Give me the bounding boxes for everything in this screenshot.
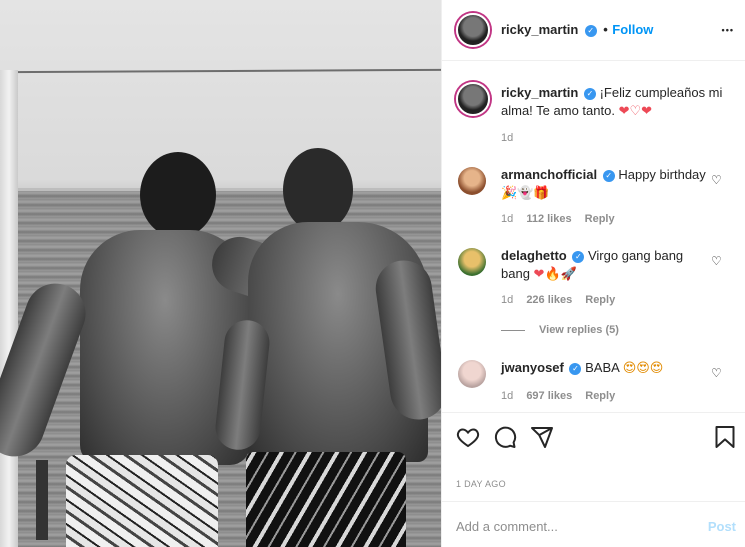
wooden-post — [0, 70, 18, 547]
caption-emojis: ❤♡❤ — [618, 104, 653, 119]
comment-input[interactable]: Add a comment... — [456, 519, 558, 534]
reply-button[interactable]: Reply — [585, 294, 615, 306]
author-username[interactable]: ricky_martin — [501, 22, 578, 37]
person-left-head — [140, 152, 216, 238]
heart-icon[interactable] — [456, 425, 480, 449]
person-left-shorts — [66, 455, 218, 547]
comment-username[interactable]: armanchofficial — [501, 167, 597, 182]
commenter-avatar[interactable] — [458, 360, 486, 388]
comment-meta: 1d 112 likes Reply — [501, 213, 625, 225]
bookmark-icon[interactable] — [714, 425, 736, 449]
comment-time: 1d — [501, 294, 514, 306]
comment-time: 1d — [501, 390, 514, 402]
pier-piling — [36, 460, 48, 540]
comment-meta: 1d 697 likes Reply — [501, 390, 625, 402]
reply-button[interactable]: Reply — [585, 390, 615, 402]
comment-text: BABA — [585, 360, 620, 375]
comment-likes[interactable]: 226 likes — [526, 294, 572, 306]
caption-username[interactable]: ricky_martin — [501, 85, 578, 100]
follow-separator: • — [603, 22, 608, 37]
more-options-icon[interactable]: ••• — [722, 25, 734, 35]
reply-button[interactable]: Reply — [585, 213, 615, 225]
comment-like-heart-icon[interactable]: ♡ — [711, 367, 723, 379]
verified-badge-icon: ✓ — [602, 170, 615, 182]
comment-like-heart-icon[interactable]: ♡ — [711, 255, 723, 267]
add-comment-bar: Add a comment... Post — [442, 501, 745, 547]
railing-wire — [9, 68, 441, 74]
comment-username[interactable]: delaghetto — [501, 248, 567, 263]
comment-emojis: 🎉👻🎁 — [501, 186, 550, 201]
view-replies-button[interactable]: View replies (5) — [539, 324, 619, 336]
comment-text-block: delaghetto ✓ Virgo gang bang bang ❤🔥🚀 — [501, 247, 711, 284]
comment-text: Happy birthday — [618, 167, 706, 182]
verified-badge-icon: ✓ — [572, 251, 585, 263]
comment-likes[interactable]: 112 likes — [526, 213, 571, 225]
comment-likes[interactable]: 697 likes — [526, 390, 572, 402]
person-right-head — [283, 148, 353, 232]
comment-like-heart-icon[interactable]: ♡ — [711, 174, 723, 186]
verified-badge-icon: ✓ — [583, 88, 596, 100]
view-replies-line — [501, 330, 525, 331]
caption-time: 1d — [501, 132, 514, 144]
caption-avatar[interactable] — [456, 82, 490, 116]
comment-emojis: 😍😍😍 — [622, 361, 664, 376]
horizon-line — [0, 188, 441, 191]
person-right-shorts — [246, 452, 406, 547]
commenter-avatar[interactable] — [458, 248, 486, 276]
comment-emojis: ❤🔥🚀 — [533, 267, 577, 282]
comment-meta: 1d 226 likes Reply — [501, 294, 625, 306]
comment-username[interactable]: jwanyosef — [501, 360, 564, 375]
likes-placeholder-line — [456, 459, 732, 460]
comment-icon[interactable] — [493, 425, 517, 449]
comment-text-block: jwanyosef ✓ BABA 😍😍😍 — [501, 359, 711, 378]
post-date: 1 DAY AGO — [456, 479, 506, 489]
post-sidebar: ricky_martin ✓ • Follow ••• ricky_martin… — [441, 0, 745, 547]
verified-badge-icon: ✓ — [569, 363, 582, 375]
author-avatar[interactable] — [456, 13, 490, 47]
caption-text-block: ricky_martin ✓ ¡Feliz cumpleaños mi alma… — [501, 84, 733, 121]
share-icon[interactable] — [530, 425, 554, 449]
comment-text-block: armanchofficial ✓ Happy birthday 🎉👻🎁 — [501, 166, 711, 203]
post-comment-button[interactable]: Post — [708, 519, 736, 534]
commenter-avatar[interactable] — [458, 167, 486, 195]
comment-time: 1d — [501, 213, 514, 225]
follow-button[interactable]: Follow — [612, 22, 653, 37]
post-header: ricky_martin ✓ • Follow ••• — [442, 0, 745, 61]
verified-badge-icon: ✓ — [584, 25, 597, 37]
post-photo[interactable] — [0, 0, 441, 547]
author-line: ricky_martin ✓ • Follow — [501, 21, 653, 39]
